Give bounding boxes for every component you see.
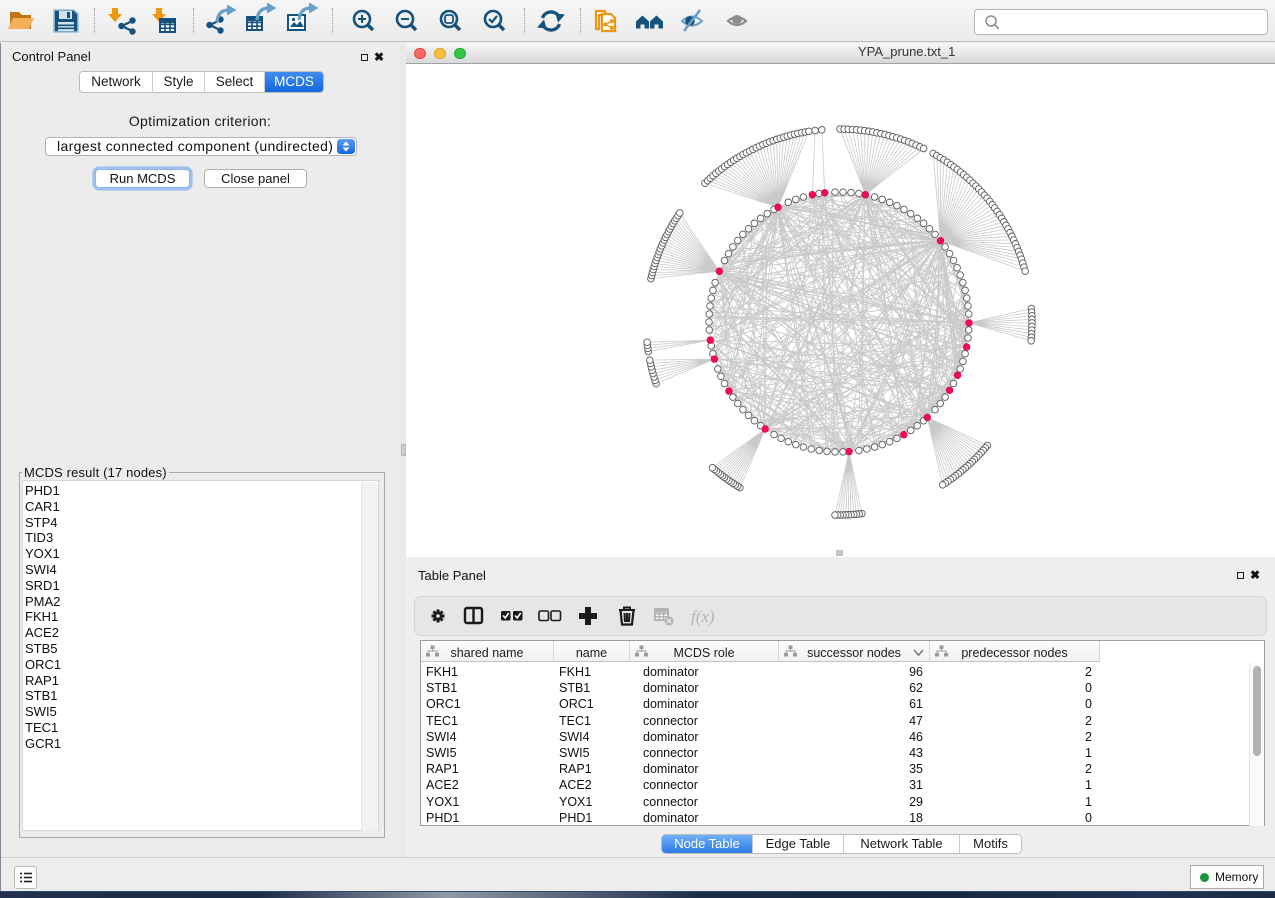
- svg-text:f(x): f(x): [691, 607, 715, 626]
